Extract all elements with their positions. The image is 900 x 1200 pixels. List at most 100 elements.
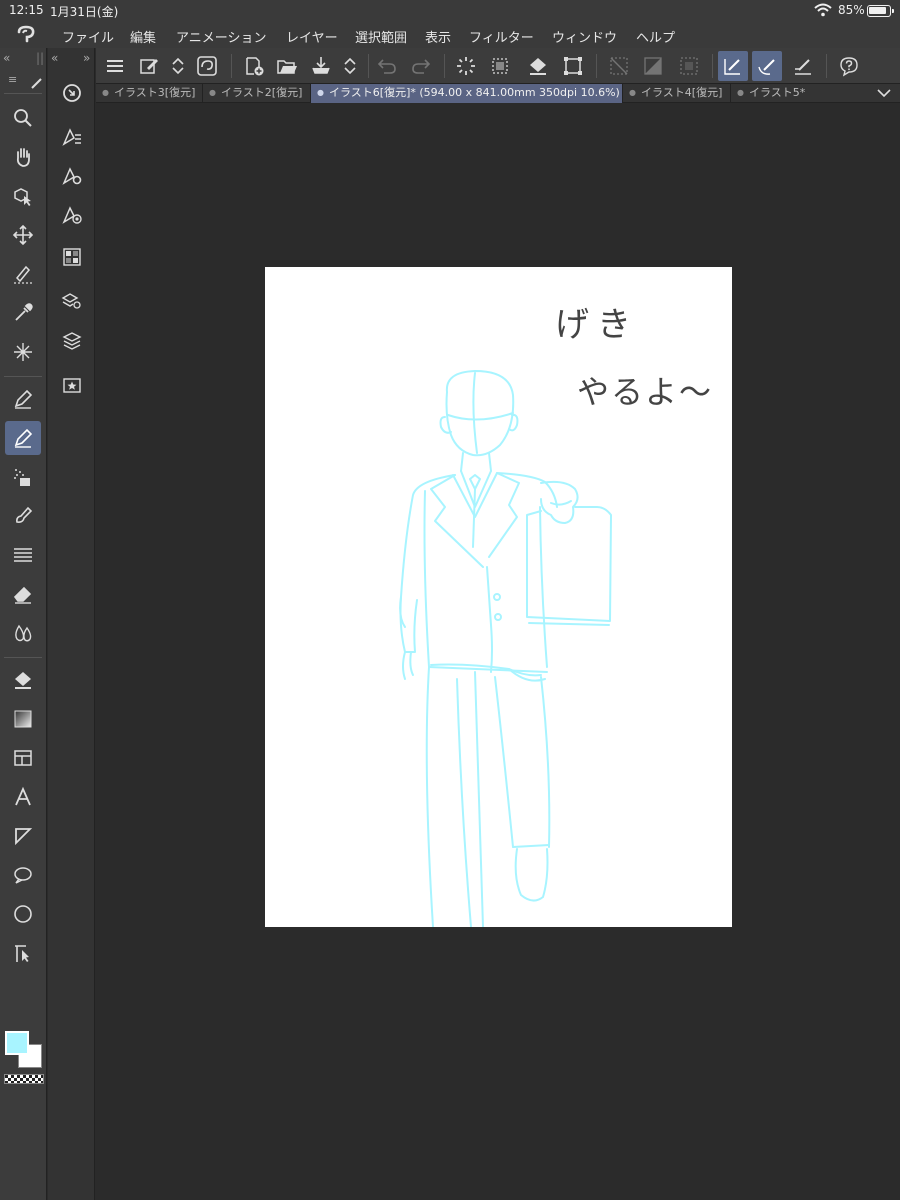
- tool-palette-menu-button[interactable]: ≡: [8, 73, 17, 91]
- transparent-color-swatch[interactable]: [4, 1074, 44, 1084]
- save-options-toggle[interactable]: [335, 51, 365, 81]
- figure-icon: [14, 905, 32, 923]
- tab-illust4[interactable]: イラスト4[復元]: [623, 84, 731, 103]
- undo-button[interactable]: [372, 51, 402, 81]
- clear-button[interactable]: [451, 51, 481, 81]
- eraser-tool[interactable]: [5, 577, 41, 611]
- menu-window[interactable]: ウィンドウ: [552, 27, 617, 46]
- help-icon: [840, 57, 858, 77]
- collapse-left-button[interactable]: «: [3, 51, 10, 65]
- document-tab-bar: イラスト3[復元] イラスト2[復元] イラスト6[復元]* (594.00 x…: [96, 83, 900, 103]
- menu-selection[interactable]: 選択範囲: [355, 27, 407, 46]
- deselect-button[interactable]: [604, 51, 634, 81]
- menu-view[interactable]: 表示: [425, 27, 451, 46]
- hand-icon: [16, 148, 30, 167]
- material-button[interactable]: [55, 368, 89, 402]
- app-logo-icon[interactable]: [16, 25, 38, 45]
- tool-property-button[interactable]: [55, 159, 89, 193]
- collapse-sub-right-button[interactable]: »: [83, 51, 90, 65]
- ruler-tool[interactable]: [5, 819, 41, 853]
- selection-tool[interactable]: [5, 257, 41, 291]
- main-color-swatch[interactable]: [5, 1031, 29, 1055]
- brush-tab-icon[interactable]: [30, 76, 44, 90]
- sketch-drawing: [399, 370, 612, 927]
- deselect-icon: [610, 57, 628, 75]
- edit-icon: [140, 59, 158, 74]
- gradient-icon: [14, 710, 32, 728]
- move-tool[interactable]: [5, 218, 41, 252]
- balloon-icon: [14, 867, 32, 884]
- zoom-tool[interactable]: [5, 101, 41, 135]
- hamburger-icon: [107, 60, 123, 72]
- brush-size-icon: [62, 206, 82, 224]
- pen-icon: [14, 389, 33, 409]
- sub-tool-pen-button[interactable]: [55, 120, 89, 154]
- collapse-sub-left-button[interactable]: «: [51, 51, 58, 65]
- snap-to-grid-button[interactable]: [788, 51, 818, 81]
- panel-grip[interactable]: ||: [36, 51, 44, 65]
- snap-to-special-ruler-button[interactable]: [752, 51, 782, 81]
- open-file-button[interactable]: [272, 51, 302, 81]
- color-set-button[interactable]: [55, 240, 89, 274]
- tab-illust6[interactable]: イラスト6[復元]* (594.00 x 841.00mm 350dpi 10.…: [311, 84, 623, 103]
- fill-button[interactable]: [523, 51, 553, 81]
- object-tool[interactable]: [5, 179, 41, 213]
- hatching-icon: [14, 548, 32, 562]
- battery-percent: 85%: [838, 3, 865, 17]
- show-selection-button[interactable]: [674, 51, 704, 81]
- airbrush-tool[interactable]: [5, 460, 41, 494]
- pencil-tool[interactable]: [5, 421, 41, 455]
- menu-help[interactable]: ヘルプ: [636, 27, 675, 46]
- clear-outside-icon: [492, 58, 508, 74]
- balloon-tool[interactable]: [5, 858, 41, 892]
- transform-icon: [564, 57, 582, 75]
- frame-border-icon: [14, 750, 32, 766]
- undo-icon: [377, 59, 396, 74]
- invert-selection-button[interactable]: [638, 51, 668, 81]
- auto-select-tool[interactable]: [5, 335, 41, 369]
- clear-outside-button[interactable]: [485, 51, 515, 81]
- tab-illust2[interactable]: イラスト2[復元]: [203, 84, 311, 103]
- menu-filter[interactable]: フィルター: [469, 27, 534, 46]
- navigator-button[interactable]: [55, 76, 89, 110]
- menu-button[interactable]: [100, 51, 130, 81]
- layer-property-icon: [61, 293, 81, 309]
- chevron-down-icon[interactable]: [876, 85, 892, 101]
- redo-button[interactable]: [406, 51, 436, 81]
- edit-mode-toggle[interactable]: [163, 51, 193, 81]
- menu-edit[interactable]: 編集: [130, 27, 156, 46]
- correct-line-icon: [15, 945, 29, 962]
- new-file-button[interactable]: [239, 51, 269, 81]
- menu-animation[interactable]: アニメーション: [176, 27, 266, 46]
- brush-size-button[interactable]: [55, 198, 89, 232]
- blend-tool[interactable]: [5, 616, 41, 650]
- status-time: 12:15: [9, 3, 44, 17]
- decoration-tool[interactable]: [5, 538, 41, 572]
- brush-tool[interactable]: [5, 499, 41, 533]
- object-select-icon: [14, 188, 31, 206]
- menu-file[interactable]: ファイル: [62, 27, 114, 46]
- menu-layer[interactable]: レイヤー: [286, 27, 338, 46]
- frame-border-tool[interactable]: [5, 741, 41, 775]
- save-button[interactable]: [306, 51, 336, 81]
- eyedropper-tool[interactable]: [5, 296, 41, 330]
- hand-tool[interactable]: [5, 140, 41, 174]
- help-button[interactable]: [834, 51, 864, 81]
- transform-button[interactable]: [558, 51, 588, 81]
- snap-ruler-icon: [724, 59, 740, 75]
- tab-illust5[interactable]: イラスト5*: [731, 84, 871, 103]
- companion-mode-button[interactable]: [192, 51, 222, 81]
- correct-line-tool[interactable]: [5, 936, 41, 970]
- layer-button[interactable]: [55, 323, 89, 357]
- navigator-icon: [63, 84, 81, 102]
- tab-illust3[interactable]: イラスト3[復元]: [96, 84, 203, 103]
- fill-tool[interactable]: [5, 663, 41, 697]
- canvas-paper[interactable]: げき やるよ〜: [265, 267, 732, 927]
- pen-tool[interactable]: [5, 382, 41, 416]
- gradient-tool[interactable]: [5, 702, 41, 736]
- edit-mode-button[interactable]: [134, 51, 164, 81]
- snap-to-ruler-button[interactable]: [718, 51, 748, 81]
- figure-tool[interactable]: [5, 897, 41, 931]
- text-tool[interactable]: [5, 780, 41, 814]
- layer-property-button[interactable]: [55, 284, 89, 318]
